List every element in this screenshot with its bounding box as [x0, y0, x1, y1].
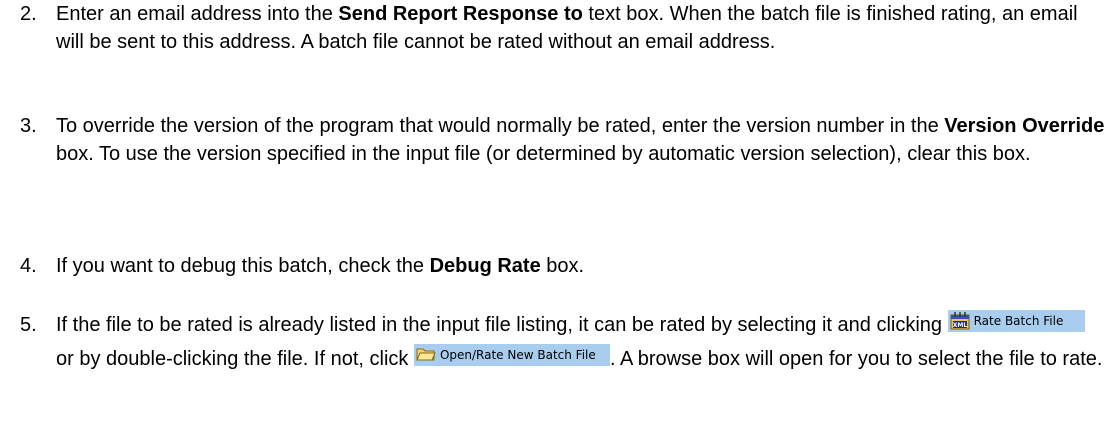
ui-term-debug-rate: Debug Rate [429, 255, 541, 277]
step-text: If the file to be rated is already liste… [56, 308, 1106, 376]
rate-batch-file-button[interactable]: XML Rate Batch File [947, 310, 1085, 332]
step-text: To override the version of the program t… [56, 115, 1105, 165]
open-rate-new-batch-file-button[interactable]: Open/Rate New Batch File [413, 344, 610, 369]
ui-term-send-report: Send Report Response to [338, 3, 583, 25]
step-number: 3. [20, 115, 37, 137]
ui-term-version-override: Version Override [944, 115, 1105, 137]
step-number: 4. [20, 255, 37, 277]
svg-text:XML: XML [952, 322, 967, 329]
xml-calendar-icon: XML [950, 312, 970, 337]
step-text: Enter an email address into the Send Rep… [56, 3, 1078, 53]
folder-icon [416, 346, 436, 369]
step-text: If you want to debug this batch, check t… [56, 255, 585, 277]
step-number: 2. [20, 3, 37, 25]
step-number: 5. [20, 314, 37, 336]
